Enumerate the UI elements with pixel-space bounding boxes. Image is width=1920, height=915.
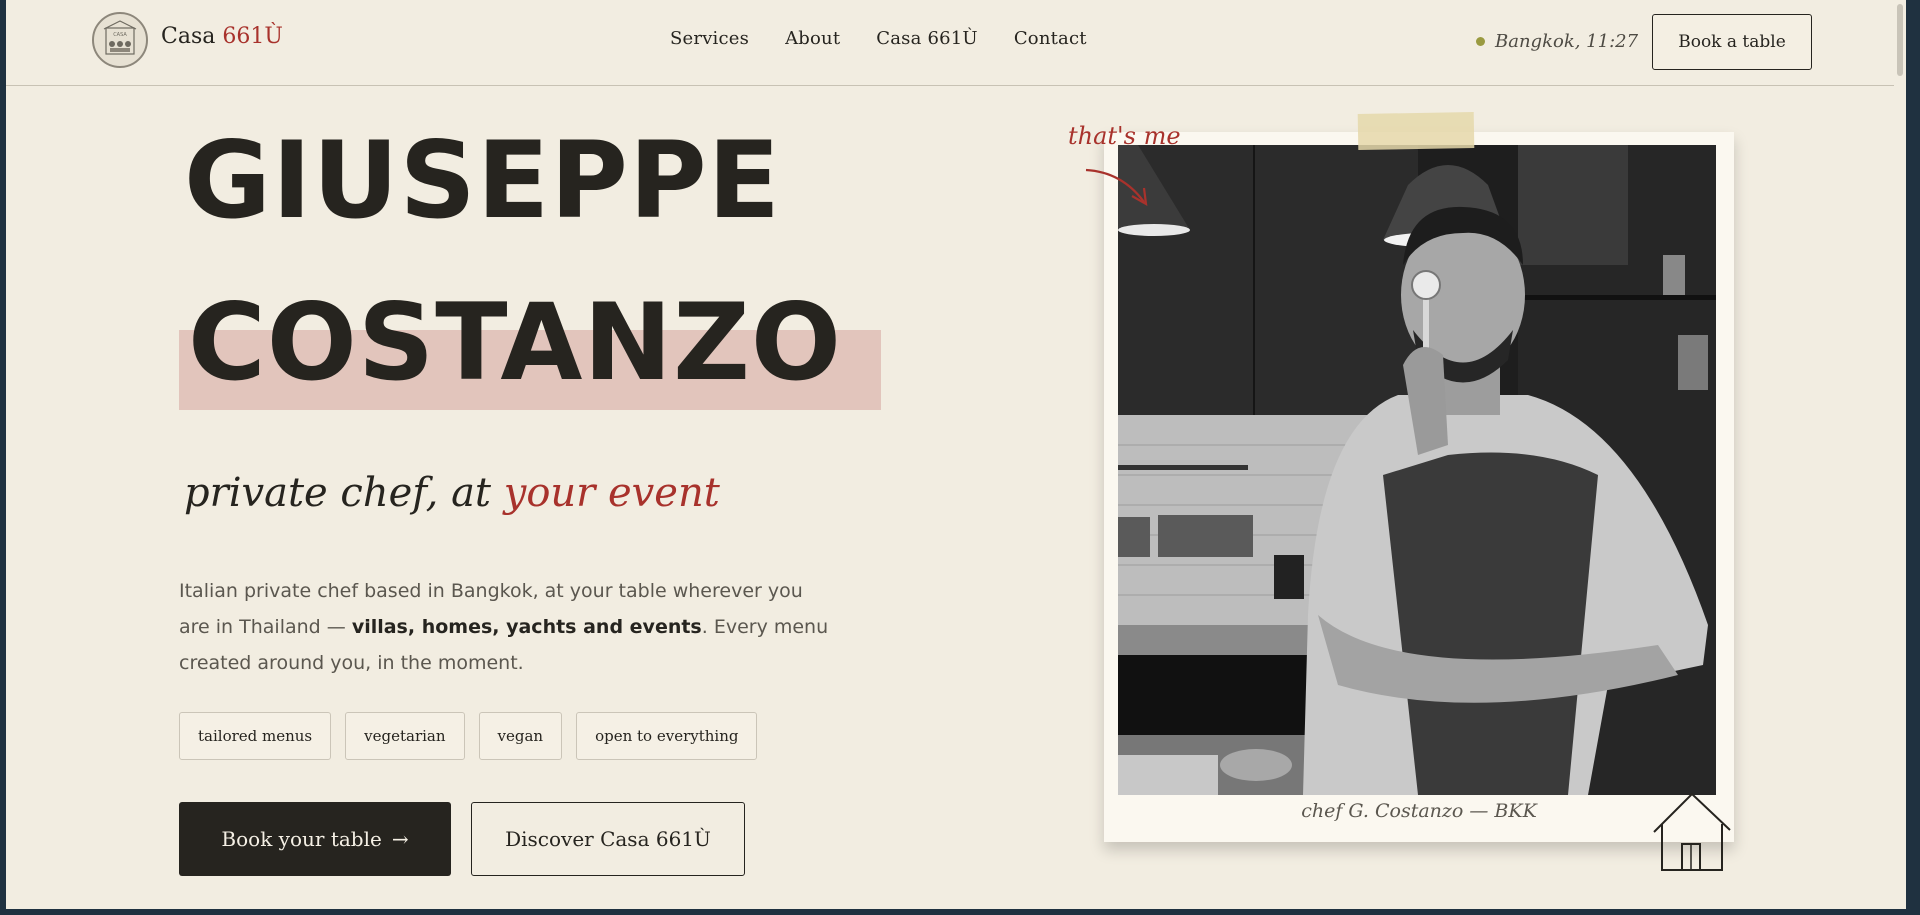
curved-arrow-icon	[1085, 168, 1148, 207]
brand-name[interactable]: Casa 661Ù	[161, 24, 283, 49]
arrow-right-icon: →	[391, 827, 409, 851]
nav-contact[interactable]: Contact	[1014, 28, 1087, 49]
brand-prefix: Casa	[161, 24, 223, 49]
menu-tags: tailored menus vegetarian vegan open to …	[179, 712, 758, 760]
hero-description: Italian private chef based in Bangkok, a…	[179, 573, 839, 681]
photo-caption: chef G. Costanzo — BKK	[1301, 800, 1537, 822]
main-nav: Services About Casa 661Ù Contact	[670, 28, 1087, 49]
logo-emblem[interactable]: CASA	[92, 12, 148, 68]
description-bold: villas, homes, yachts and events	[351, 616, 702, 638]
tag-tailored-menus: tailored menus	[179, 712, 332, 760]
location-time-text: Bangkok, 11:27	[1495, 31, 1639, 52]
tag-vegetarian: vegetarian	[345, 712, 465, 760]
chef-photo	[1118, 145, 1716, 795]
book-your-table-label: Book your table	[221, 827, 382, 851]
chef-last-name: COSTANZO	[188, 281, 843, 404]
chef-first-name: GIUSEPPE	[184, 119, 782, 242]
nav-services[interactable]: Services	[670, 28, 749, 49]
nav-casa[interactable]: Casa 661Ù	[876, 28, 978, 49]
status-dot-icon	[1476, 37, 1485, 46]
nav-about[interactable]: About	[785, 28, 840, 49]
location-time: Bangkok, 11:27	[1476, 31, 1638, 52]
scrollbar-thumb[interactable]	[1897, 4, 1903, 76]
tagline-text: private chef, at	[184, 470, 504, 516]
page-scrollbar[interactable]	[1894, 0, 1906, 909]
tag-open-to-everything: open to everything	[576, 712, 758, 760]
site-header: CASA Casa 661Ù Services About Casa 661Ù …	[6, 0, 1906, 86]
book-your-table-button[interactable]: Book your table →	[179, 802, 451, 876]
book-table-button[interactable]: Book a table	[1652, 14, 1812, 70]
tagline-accent: your event	[503, 470, 720, 516]
chef-polaroid: chef G. Costanzo — BKK	[1104, 132, 1734, 842]
discover-casa-button[interactable]: Discover Casa 661Ù	[471, 802, 745, 876]
tape-strip	[1357, 111, 1475, 151]
brand-suffix: 661Ù	[222, 24, 283, 49]
page: CASA Casa 661Ù Services About Casa 661Ù …	[6, 0, 1906, 909]
house-doodle-icon	[1653, 792, 1731, 871]
photo-annotation: that's me	[1068, 122, 1181, 150]
tagline: private chef, at your event	[184, 470, 720, 516]
tag-vegan: vegan	[478, 712, 563, 760]
svg-text:CASA: CASA	[113, 32, 127, 38]
